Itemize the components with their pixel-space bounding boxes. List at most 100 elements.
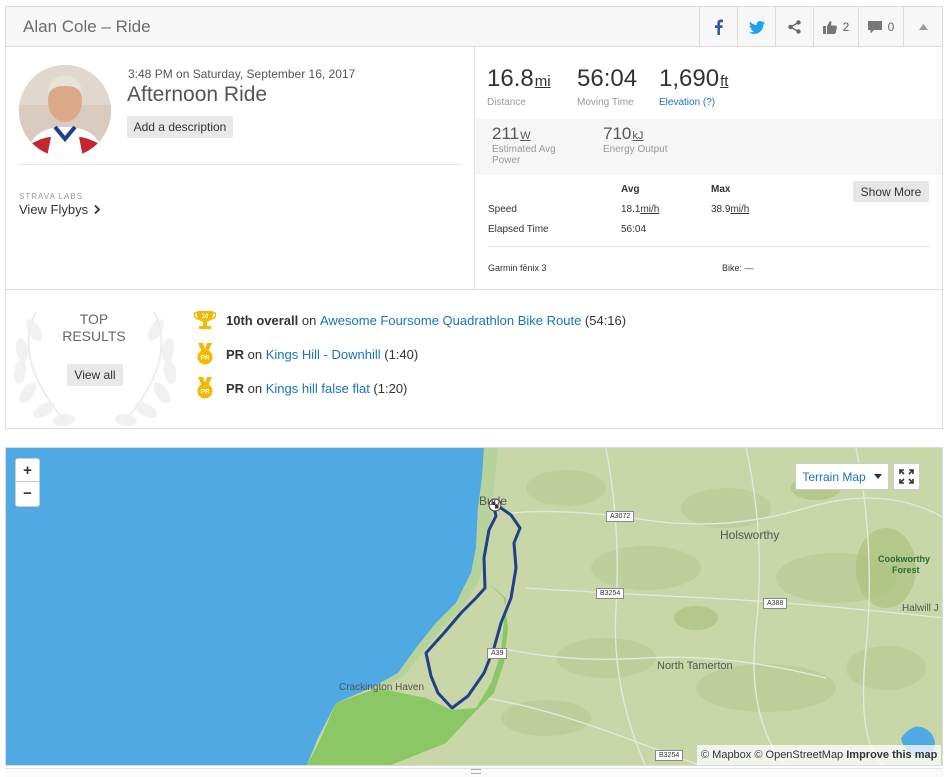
kudos-button[interactable]: 2 bbox=[813, 7, 858, 47]
map-attribution: © Mapbox © OpenStreetMap Improve this ma… bbox=[697, 745, 942, 765]
achievement-on: on bbox=[298, 312, 320, 328]
twitter-share-button[interactable] bbox=[737, 7, 775, 47]
segment-link[interactable]: Awesome Foursome Quadrathlon Bike Route bbox=[320, 313, 581, 328]
strava-labs-label: STRAVA LABS bbox=[19, 192, 84, 201]
place-label-north-tamerton: North Tamerton bbox=[657, 660, 733, 672]
road-label-a39: A39 bbox=[487, 648, 508, 659]
achievement-rank: PR bbox=[226, 380, 245, 396]
device-name: Garmin fēnix 3 bbox=[488, 263, 547, 273]
distance-value: 16.8mi bbox=[487, 65, 551, 93]
activity-name: Afternoon Ride bbox=[127, 83, 268, 106]
place-label-holsworthy: Holsworthy bbox=[720, 528, 780, 542]
speed-max: 38.9mi/h bbox=[711, 204, 749, 215]
activity-datetime: 3:48 PM on Saturday, September 16, 2017 bbox=[128, 67, 356, 81]
energy-unit: kJ bbox=[632, 130, 644, 142]
power-value: 211W bbox=[492, 124, 531, 144]
improve-map-link[interactable]: Improve this map bbox=[846, 749, 937, 761]
map-type-label: Terrain Map bbox=[802, 469, 866, 484]
speed-avg-unit: mi/h bbox=[640, 204, 660, 215]
zoom-out-button[interactable]: − bbox=[16, 482, 39, 505]
achievement-item: PR PR on Kings hill false flat (1:20) bbox=[194, 377, 407, 399]
distance-label: Distance bbox=[487, 97, 526, 108]
power-unit: W bbox=[520, 130, 531, 142]
speed-label: Speed bbox=[488, 204, 517, 215]
power-label-line1: Estimated Avg bbox=[492, 144, 556, 155]
energy-label: Energy Output bbox=[603, 144, 668, 155]
fullscreen-button[interactable] bbox=[893, 463, 920, 490]
view-all-button[interactable]: View all bbox=[67, 364, 123, 386]
elevation-unit: ft bbox=[720, 73, 729, 90]
moving-time-value: 56:04 bbox=[577, 65, 638, 92]
segment-link[interactable]: Kings Hill - Downhill bbox=[266, 347, 381, 362]
chevron-right-icon bbox=[94, 205, 101, 214]
speed-avg-number: 18.1 bbox=[621, 204, 641, 215]
max-header: Max bbox=[711, 184, 731, 195]
pr-medal-label: PR bbox=[200, 355, 209, 362]
osm-attribution-link[interactable]: © OpenStreetMap bbox=[754, 749, 846, 761]
mapbox-attribution-link[interactable]: © Mapbox bbox=[701, 749, 754, 761]
place-label-crackington-haven: Crackington Haven bbox=[339, 682, 425, 693]
map-type-dropdown[interactable]: Terrain Map bbox=[795, 463, 889, 490]
expand-icon bbox=[899, 469, 914, 484]
speed-avg: 18.1mi/h bbox=[621, 204, 659, 215]
map-resize-bar[interactable] bbox=[5, 768, 943, 777]
activity-header: Alan Cole – Ride 2 0 bbox=[6, 7, 942, 47]
resize-grip-icon[interactable] bbox=[471, 769, 481, 774]
place-label-cookworthy: Cookworthy bbox=[878, 554, 931, 564]
power-number: 211 bbox=[492, 124, 520, 143]
energy-value: 710kJ bbox=[603, 124, 643, 144]
activity-title: Alan Cole – Ride bbox=[23, 17, 151, 36]
distance-number: 16.8 bbox=[487, 65, 534, 92]
share-button[interactable] bbox=[775, 7, 813, 47]
activity-card: Alan Cole – Ride 2 0 3:48 PM on Saturday… bbox=[5, 6, 943, 429]
pr-medal-icon: PR bbox=[197, 377, 213, 399]
achievement-on: on bbox=[244, 346, 266, 362]
map-canvas[interactable] bbox=[6, 448, 943, 766]
top-results-title: TOP RESULTS bbox=[34, 311, 154, 345]
pr-medal-icon: PR bbox=[197, 343, 213, 365]
road-label-a388: A388 bbox=[763, 598, 788, 609]
collapse-button[interactable] bbox=[903, 7, 942, 47]
segment-link[interactable]: Kings hill false flat bbox=[266, 381, 370, 396]
trophy-icon: 10 bbox=[194, 311, 216, 329]
distance-unit: mi bbox=[534, 73, 551, 90]
place-label-forest: Forest bbox=[892, 565, 920, 575]
comments-count: 0 bbox=[887, 20, 895, 34]
top-results-title-line2: RESULTS bbox=[62, 328, 126, 344]
road-label-b3254: B3254 bbox=[596, 588, 625, 599]
top-results-title-line1: TOP bbox=[79, 311, 109, 327]
speed-max-number: 38.9 bbox=[711, 204, 731, 215]
power-label: Estimated Avg Power bbox=[492, 144, 556, 166]
comment-icon bbox=[867, 20, 882, 33]
place-label-halwill: Halwill J bbox=[902, 603, 939, 614]
avg-header: Avg bbox=[621, 184, 640, 195]
elapsed-time-value: 56:04 bbox=[621, 224, 647, 235]
caret-up-icon bbox=[918, 24, 928, 30]
achievement-item: 10 10th overall on Awesome Foursome Quad… bbox=[194, 309, 626, 331]
place-label-bude: Bude bbox=[479, 494, 508, 508]
moving-time-label: Moving Time bbox=[577, 97, 634, 108]
power-label-line2: Power bbox=[492, 155, 521, 166]
elapsed-time-label: Elapsed Time bbox=[488, 224, 549, 235]
bike-name: Bike: — bbox=[722, 263, 754, 273]
facebook-icon bbox=[715, 19, 723, 35]
route-map[interactable]: Bude Holsworthy Cookworthy Forest Halwil… bbox=[5, 447, 943, 766]
activity-stats: 16.8mi Distance 56:04 Moving Time 1,690f… bbox=[476, 47, 942, 289]
comments-button[interactable]: 0 bbox=[858, 7, 903, 47]
elevation-help-link[interactable]: Elevation (?) bbox=[659, 97, 715, 108]
road-label-b3254-south: B3254 bbox=[655, 750, 684, 761]
thumbs-up-icon bbox=[822, 20, 837, 34]
zoom-in-button[interactable]: + bbox=[16, 459, 39, 482]
achievement-rank: PR bbox=[226, 346, 245, 362]
pr-medal-label: PR bbox=[200, 389, 209, 396]
facebook-share-button[interactable] bbox=[699, 7, 737, 47]
add-description-button[interactable]: Add a description bbox=[127, 116, 233, 138]
show-more-button[interactable]: Show More bbox=[853, 181, 929, 202]
share-icon bbox=[788, 20, 801, 34]
view-flybys-link[interactable]: View Flybys bbox=[19, 202, 101, 217]
achievement-time: (1:40) bbox=[380, 346, 419, 362]
achievement-item: PR PR on Kings Hill - Downhill (1:40) bbox=[194, 343, 418, 365]
view-flybys-label: View Flybys bbox=[19, 202, 89, 217]
divider bbox=[19, 164, 461, 165]
athlete-avatar[interactable] bbox=[19, 65, 111, 157]
